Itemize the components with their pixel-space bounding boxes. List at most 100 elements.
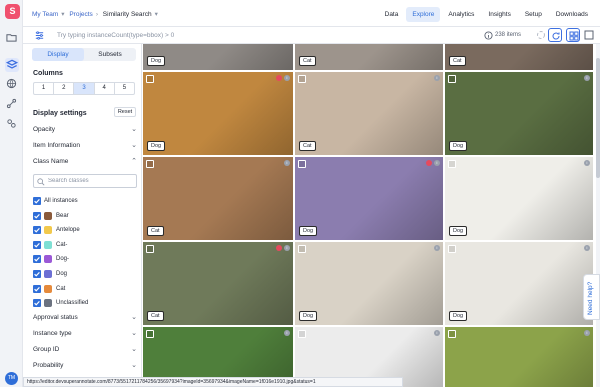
image-thumbnail[interactable]: i Dog — [445, 242, 593, 325]
select-checkbox[interactable] — [146, 160, 154, 168]
image-thumbnail[interactable]: Cat — [445, 44, 593, 70]
select-checkbox[interactable] — [298, 245, 306, 253]
class-item[interactable]: Antelope — [33, 226, 137, 238]
layers-icon[interactable] — [5, 58, 19, 72]
chevron-up-icon[interactable]: ⌃ — [131, 156, 137, 168]
globe-icon[interactable] — [6, 78, 17, 89]
class-color-swatch[interactable] — [44, 284, 52, 293]
refresh-button[interactable] — [548, 28, 562, 42]
chevron-down-icon[interactable]: ⌄ — [131, 124, 137, 136]
image-preview[interactable] — [295, 72, 443, 155]
class-checkbox[interactable] — [33, 284, 41, 293]
select-checkbox[interactable] — [146, 75, 154, 83]
image-preview[interactable] — [143, 157, 293, 240]
image-preview[interactable] — [445, 72, 593, 155]
class-checkbox[interactable] — [33, 240, 41, 249]
probability-section[interactable]: Probability ⌄ — [33, 360, 137, 372]
class-color-swatch[interactable] — [44, 299, 52, 308]
column-option[interactable]: 1 — [34, 83, 55, 94]
select-checkbox[interactable] — [146, 330, 154, 338]
column-option[interactable]: 4 — [95, 83, 115, 94]
select-checkbox[interactable] — [146, 245, 154, 253]
class-item[interactable]: Cat — [33, 284, 137, 297]
tab-data[interactable]: Data — [379, 7, 405, 22]
tab-analytics[interactable]: Analytics — [442, 7, 480, 22]
class-item[interactable]: Cat- — [33, 240, 137, 253]
info-icon[interactable]: i — [434, 245, 440, 251]
breadcrumb-projects[interactable]: Projects — [69, 11, 92, 18]
column-option[interactable]: 3 — [74, 83, 95, 94]
opacity-section[interactable]: Opacity ⌄ — [33, 124, 137, 136]
panel-tab-display[interactable]: Display — [32, 48, 84, 61]
item-information-section[interactable]: Item Information ⌄ — [33, 140, 137, 152]
class-item[interactable]: Bear — [33, 211, 137, 224]
image-thumbnail[interactable]: i Cat — [295, 72, 443, 155]
filter-icon[interactable] — [34, 30, 45, 41]
image-preview[interactable] — [445, 44, 593, 70]
image-preview[interactable] — [445, 327, 593, 387]
image-thumbnail[interactable]: Cat — [295, 44, 443, 70]
image-thumbnail[interactable]: i Dog — [295, 242, 443, 325]
chevron-down-icon[interactable]: ⌄ — [131, 360, 137, 372]
class-search-field[interactable] — [33, 174, 137, 188]
info-icon[interactable]: i — [434, 160, 440, 166]
class-checkbox[interactable] — [33, 197, 41, 205]
class-checkbox[interactable] — [33, 211, 41, 220]
info-icon[interactable]: i — [434, 330, 440, 336]
class-color-swatch[interactable] — [44, 240, 52, 249]
info-icon[interactable]: i — [284, 330, 290, 336]
scrollbar-thumb[interactable] — [596, 58, 600, 178]
image-thumbnail[interactable]: i — [445, 327, 593, 387]
column-option[interactable]: 2 — [54, 83, 75, 94]
image-preview[interactable] — [143, 242, 293, 325]
integrations-icon[interactable] — [6, 118, 17, 129]
info-icon[interactable]: i — [284, 245, 290, 251]
class-item[interactable]: Dog — [33, 270, 137, 282]
image-thumbnail[interactable]: i Cat — [143, 157, 293, 240]
class-item[interactable]: Unclassified — [33, 299, 137, 311]
select-checkbox[interactable] — [448, 75, 456, 83]
class-color-swatch[interactable] — [44, 211, 52, 220]
chevron-down-icon[interactable]: ▾ — [61, 11, 64, 18]
image-preview[interactable] — [295, 44, 443, 70]
breadcrumb-current[interactable]: Similarity Search — [103, 11, 152, 18]
chevron-down-icon[interactable]: ⌄ — [131, 312, 137, 324]
image-thumbnail[interactable]: i Dog — [445, 157, 593, 240]
tab-setup[interactable]: Setup — [519, 7, 548, 22]
panel-tab-subsets[interactable]: Subsets — [84, 48, 136, 61]
info-icon[interactable]: i — [584, 75, 590, 81]
single-view-button[interactable] — [582, 28, 596, 42]
select-checkbox[interactable] — [298, 330, 306, 338]
chevron-down-icon[interactable]: ⌄ — [131, 344, 137, 356]
class-checkbox[interactable] — [33, 299, 41, 308]
class-color-swatch[interactable] — [44, 255, 52, 264]
image-preview[interactable] — [295, 157, 443, 240]
class-item[interactable]: All instances — [33, 197, 137, 209]
reset-button[interactable]: Reset — [114, 107, 136, 117]
info-icon[interactable]: i — [434, 75, 440, 81]
select-checkbox[interactable] — [448, 245, 456, 253]
image-thumbnail[interactable]: i Dog — [143, 72, 293, 155]
class-item[interactable]: Dog- — [33, 255, 137, 267]
chevron-down-icon[interactable]: ⌄ — [131, 328, 137, 340]
avatar[interactable]: TM — [5, 372, 18, 385]
info-icon[interactable]: i — [284, 75, 290, 81]
folder-icon[interactable] — [6, 32, 17, 43]
tab-explore[interactable]: Explore — [406, 7, 441, 22]
class-color-swatch[interactable] — [44, 270, 52, 278]
select-checkbox[interactable] — [298, 160, 306, 168]
chevron-down-icon[interactable]: ⌄ — [131, 140, 137, 152]
need-help-button[interactable]: Need help? — [583, 274, 600, 320]
image-preview[interactable] — [445, 157, 593, 240]
image-thumbnail[interactable]: i Dog — [445, 72, 593, 155]
class-color-swatch[interactable] — [44, 226, 52, 235]
info-icon[interactable]: i — [584, 245, 590, 251]
app-logo[interactable]: S — [5, 4, 20, 19]
info-icon[interactable]: i — [584, 330, 590, 336]
info-icon[interactable]: i — [584, 160, 590, 166]
image-preview[interactable] — [445, 242, 593, 325]
tab-insights[interactable]: Insights — [482, 7, 516, 22]
info-icon[interactable] — [484, 31, 493, 40]
workflow-icon[interactable] — [6, 98, 17, 109]
select-checkbox[interactable] — [448, 160, 456, 168]
